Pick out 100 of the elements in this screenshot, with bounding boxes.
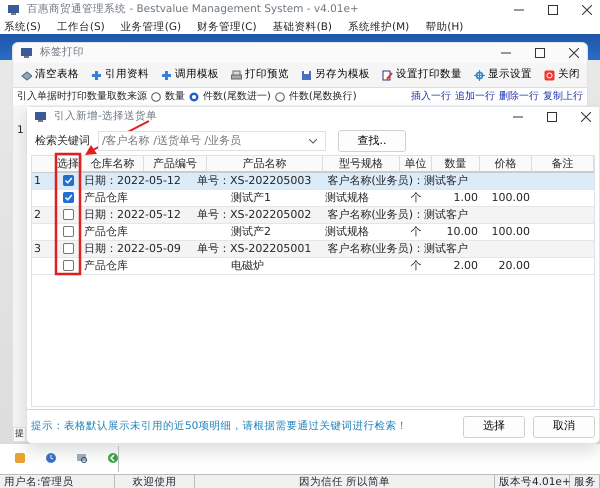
maximize-icon[interactable] — [548, 5, 558, 15]
column-header: 备注 — [532, 156, 594, 172]
column-header: 型号规格 — [323, 156, 400, 172]
menu-item[interactable]: 帮助(H) — [425, 20, 464, 34]
chevron-down-icon — [309, 138, 317, 144]
close-icon[interactable] — [582, 5, 592, 15]
table-cell: 电磁炉 — [231, 259, 264, 272]
order-info: 客户名称(业务员)：测试客户 — [327, 207, 468, 223]
row-number: 2 — [34, 208, 41, 221]
row-number: 3 — [34, 242, 41, 255]
menu-item[interactable]: 业务管理(G) — [120, 20, 182, 34]
plus-icon — [91, 70, 102, 80]
row-action-link[interactable]: 插入一行 — [411, 89, 451, 104]
table-cell: 测试规格 — [325, 225, 369, 238]
column-header: 价格 — [480, 156, 532, 172]
close-icon[interactable] — [581, 112, 591, 122]
table-cell: 100.00 — [492, 191, 530, 204]
checkbox[interactable] — [63, 226, 74, 237]
status-text: 版本号4.01e+ — [495, 475, 570, 488]
window-icon — [8, 5, 19, 15]
row-number: 1 — [17, 123, 24, 138]
table-cell: 20.00 — [498, 259, 530, 272]
edit-icon — [382, 70, 393, 80]
row-action-link[interactable]: 追加一行 — [455, 89, 495, 104]
menu-item[interactable]: 系统(S) — [4, 20, 41, 34]
tab[interactable]: 提 — [13, 427, 26, 441]
table-cell: 2.00 — [454, 259, 478, 272]
toolbar-button[interactable]: 打印预览 — [227, 67, 293, 83]
radio-button[interactable] — [274, 92, 285, 102]
order-info: 日期：2022-05-09 — [84, 241, 181, 257]
toolbar-button[interactable]: 引用资料 — [87, 67, 153, 83]
status-text: 欢迎使用 — [115, 475, 195, 488]
toolbar-button[interactable]: 关闭 — [540, 67, 584, 83]
row-action-link[interactable]: 复制上行 — [543, 89, 583, 104]
radio-option[interactable]: 数量 — [151, 89, 185, 104]
status-text: 服务 — [570, 475, 600, 488]
radio-button[interactable] — [151, 92, 161, 102]
dialog-button[interactable]: 选择 — [463, 416, 525, 438]
table-row[interactable]: 2 日期：2022-05-12 单号：XS-202205002 客户名称(业务员)：测试客户 — [32, 207, 594, 224]
table-cell: 测试产1 — [231, 191, 271, 204]
search-label: 检索关键词 — [35, 132, 90, 149]
maximize-icon[interactable] — [547, 112, 557, 122]
table-cell: 10.00 — [446, 225, 478, 238]
search-field[interactable]: /客户名称 /送货单号 /业务员 — [98, 131, 326, 151]
order-info: 日期：2022-05-12 — [84, 207, 181, 223]
table-cell: 个 — [410, 225, 422, 238]
order-info: 客户名称(业务员)：测试客户 — [327, 241, 468, 257]
checkbox[interactable] — [63, 209, 74, 220]
table-cell: 产品仓库 — [84, 191, 128, 204]
toolbar-button[interactable]: 调用模板 — [157, 67, 223, 83]
column-header: 数量 — [432, 156, 480, 172]
table-cell: 个 — [410, 259, 422, 272]
toolbar-button[interactable]: 显示设置 — [470, 67, 536, 83]
column-header: 单位 — [400, 156, 432, 172]
maximize-icon[interactable] — [535, 48, 545, 58]
table-cell: 1.00 — [454, 191, 478, 204]
status-text: 因为信任 所以简单 — [195, 475, 495, 488]
find-button[interactable]: 查找.. — [338, 130, 406, 152]
power-icon — [544, 70, 555, 80]
table-row[interactable]: 产品仓库 电磁炉 个 2.00 20.00 — [32, 258, 594, 275]
row-number: 1 — [34, 174, 41, 187]
source-label: 引入单据时打印数量取数来源 — [17, 90, 147, 104]
printer-icon — [231, 70, 242, 80]
clock-icon[interactable] — [45, 452, 57, 464]
menu-item[interactable]: 系统维护(M) — [348, 20, 410, 34]
menu-item[interactable]: 工作台(S) — [56, 20, 105, 34]
table-cell: 个 — [410, 191, 422, 204]
table-row[interactable]: 3 日期：2022-05-09 单号：XS-202205001 客户名称(业务员)：测试客户 — [32, 241, 594, 258]
close-icon[interactable] — [569, 48, 579, 58]
column-header: 产品编号 — [144, 156, 207, 172]
column-header: 产品名称 — [207, 156, 323, 172]
radio-option[interactable]: 件数(尾数进一) — [189, 89, 271, 104]
radio-option[interactable]: 件数(尾数换行) — [274, 89, 357, 104]
status-text: 用户名:管理员 — [0, 475, 115, 488]
table-cell: 100.00 — [492, 225, 530, 238]
order-info: 客户名称(业务员)：测试客户 — [327, 173, 468, 189]
toolbar-button[interactable]: 清空表格 — [17, 67, 83, 83]
hint-text: 提示：表格默认展示未引用的近50项明细，请根据需要通过关键词进行检索！ — [31, 418, 408, 434]
column-header: 仓库名称 — [82, 156, 144, 172]
checkbox[interactable] — [63, 260, 74, 271]
dialog-button[interactable]: 取消 — [533, 416, 595, 438]
table-cell: 产品仓库 — [84, 225, 128, 238]
table-row[interactable]: 1 日期：2022-05-12 单号：XS-202205003 客户名称(业务员)：测试客户 — [32, 173, 594, 190]
radio-button[interactable] — [189, 92, 199, 102]
order-info: 日期：2022-05-12 — [84, 173, 181, 189]
row-action-link[interactable]: 删除一行 — [499, 89, 539, 104]
toolbar-button[interactable]: 设置打印数量 — [378, 67, 466, 83]
checkbox[interactable] — [63, 175, 74, 186]
toolbar-button[interactable]: 另存为模板 — [297, 67, 374, 83]
table-cell: 测试产2 — [231, 225, 271, 238]
menu-item[interactable]: 财务管理(C) — [197, 20, 257, 34]
window-icon — [21, 48, 32, 58]
window-title: 引入新增-选择送货单 — [54, 109, 158, 124]
table-cell: 测试规格 — [325, 191, 369, 204]
window-icon — [35, 112, 46, 122]
checkbox[interactable] — [63, 192, 74, 203]
checkbox[interactable] — [63, 243, 74, 254]
order-info: 单号：XS-202205001 — [196, 241, 312, 257]
back-icon[interactable] — [107, 452, 119, 464]
menu-item[interactable]: 基础资料(B) — [272, 20, 332, 34]
